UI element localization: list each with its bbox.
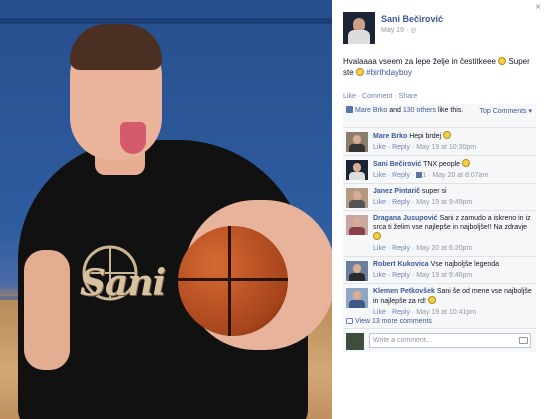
wall-stripe xyxy=(0,18,332,24)
post-text: Hvalaaaa vseem za lepe želje in čestitke… xyxy=(343,57,530,77)
camera-icon[interactable] xyxy=(519,337,528,344)
commenter-avatar[interactable] xyxy=(346,188,368,208)
commenter-name[interactable]: Robert Kukovica xyxy=(373,261,429,268)
comment-item: Robert Kukovica Vse najboljše legenda Li… xyxy=(343,257,536,284)
comment-time[interactable]: May 19 at 9:46pm xyxy=(416,272,472,279)
globe-icon: ◎ xyxy=(410,27,417,34)
commenter-name[interactable]: Klemen Petkovšek xyxy=(373,288,435,295)
comment-item: Janez Pintarič super si Like · Reply · M… xyxy=(343,184,536,211)
current-user-avatar xyxy=(346,333,364,350)
post-actions: Like · Comment · Share xyxy=(343,93,418,100)
comment-link[interactable]: Comment xyxy=(362,93,392,100)
liker-name[interactable]: Mare Brko xyxy=(355,107,387,114)
write-comment-box: Write a comment... xyxy=(343,330,536,352)
comment-like-link[interactable]: Like xyxy=(373,309,386,316)
comment-reply-link[interactable]: Reply xyxy=(392,144,410,151)
smiley-icon xyxy=(443,131,452,139)
commenter-name[interactable]: Janez Pintarič xyxy=(373,188,420,195)
author-avatar[interactable] xyxy=(343,12,375,44)
thumbs-up-icon xyxy=(346,106,353,113)
commenter-name[interactable]: Sani Bečirović xyxy=(373,161,421,168)
hashtag-link[interactable]: #birthdayboy xyxy=(366,68,412,77)
comment-like-link[interactable]: Like xyxy=(373,245,386,252)
commenter-avatar[interactable] xyxy=(346,160,368,180)
comment-reply-link[interactable]: Reply xyxy=(392,309,410,316)
post-panel: × Sani Bečirović May 19 · ◎ Hvalaaaa vse… xyxy=(332,0,544,419)
others-likes-link[interactable]: 130 others xyxy=(403,107,436,114)
comment-list: Mare Brko Hepi brdej Like · Reply · May … xyxy=(343,128,536,321)
comment-like-link[interactable]: Like xyxy=(373,144,386,151)
shirt-logo-text: Sani xyxy=(80,262,166,304)
comment-time[interactable]: May 19 at 10:41pm xyxy=(416,309,476,316)
commenter-name[interactable]: Mare Brko xyxy=(373,133,407,140)
post-date[interactable]: May 19 · ◎ xyxy=(381,26,416,34)
smiley-icon xyxy=(373,232,381,240)
smiley-icon xyxy=(355,68,364,76)
comment-like-count[interactable]: 1 xyxy=(422,172,426,179)
basketball xyxy=(178,226,288,336)
comment-icon xyxy=(346,318,353,324)
player-tongue xyxy=(120,122,146,154)
author-name[interactable]: Sani Bečirović xyxy=(381,14,443,24)
comment-time[interactable]: May 19 at 10:30pm xyxy=(416,144,476,151)
comment-reply-link[interactable]: Reply xyxy=(392,199,410,206)
comment-reply-link[interactable]: Reply xyxy=(392,245,410,252)
like-link[interactable]: Like xyxy=(343,93,356,100)
comment-item: Mare Brko Hepi brdej Like · Reply · May … xyxy=(343,128,536,156)
top-comments-dropdown[interactable]: Top Comments ▾ xyxy=(479,107,532,115)
player-hair xyxy=(70,24,162,70)
comment-reply-link[interactable]: Reply xyxy=(392,172,410,179)
comment-time[interactable]: May 19 at 9:49pm xyxy=(416,199,472,206)
comment-time[interactable]: May 20 at 8:07am xyxy=(432,172,488,179)
smiley-icon xyxy=(427,296,436,304)
comment-time[interactable]: May 20 at 6:20pm xyxy=(416,245,472,252)
commenter-avatar[interactable] xyxy=(346,215,368,235)
player-arm-left xyxy=(24,250,70,370)
comment-input[interactable]: Write a comment... xyxy=(369,333,531,348)
comment-like-link[interactable]: Like xyxy=(373,272,386,279)
commenter-avatar[interactable] xyxy=(346,132,368,152)
comment-item: Dragana Jusupović Sani z zamudo a iskren… xyxy=(343,211,536,257)
post-photo[interactable]: Sani xyxy=(0,0,332,419)
comment-like-link[interactable]: Like xyxy=(373,199,386,206)
comment-reply-link[interactable]: Reply xyxy=(392,272,410,279)
share-link[interactable]: Share xyxy=(399,93,418,100)
commenter-avatar[interactable] xyxy=(346,261,368,281)
comment-item: Sani Bečirović TNX people Like · Reply ·… xyxy=(343,156,536,184)
smiley-icon xyxy=(462,159,470,167)
view-more-comments[interactable]: View 13 more comments xyxy=(343,316,536,329)
post-header: Sani Bečirović May 19 · ◎ xyxy=(343,12,533,46)
smiley-icon xyxy=(498,57,507,65)
likes-summary: Mare Brko and 130 others like this. Top … xyxy=(343,104,536,128)
close-icon[interactable]: × xyxy=(535,2,541,13)
comment-like-link[interactable]: Like xyxy=(373,172,386,179)
commenter-avatar[interactable] xyxy=(346,288,368,308)
commenter-name[interactable]: Dragana Jusupović xyxy=(373,215,438,222)
